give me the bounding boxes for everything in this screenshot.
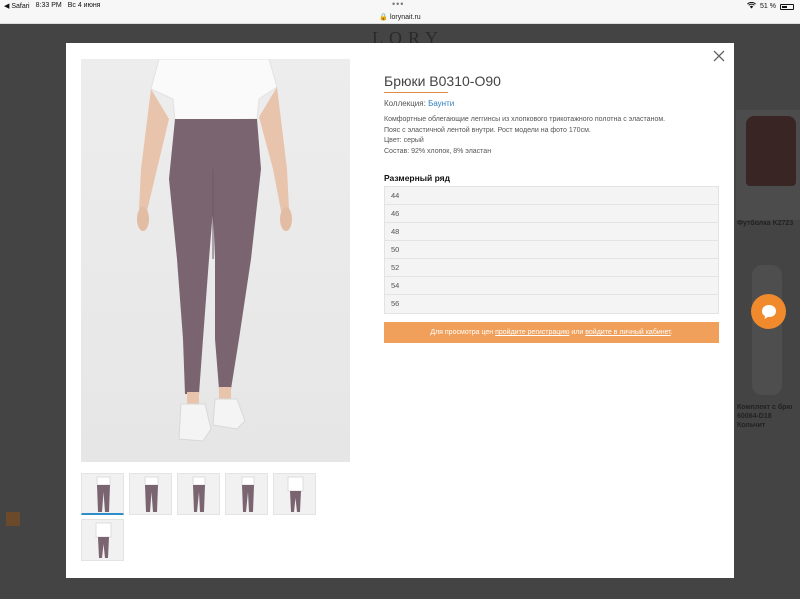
description-line-1: Комфортные облегающие леггинсы из хлопко… [384,116,666,123]
address-bar[interactable]: 🔒 lorynait.ru [0,12,800,24]
back-to-app-link[interactable]: ◀ Safari [4,2,30,10]
battery-icon [780,3,794,10]
product-color: Цвет: серый [384,137,424,144]
size-row[interactable]: 52 [385,259,718,277]
battery-percent: 51 % [760,3,776,10]
size-row[interactable]: 50 [385,241,718,259]
lock-icon: 🔒 [379,14,389,21]
size-row[interactable]: 44 [385,187,718,205]
background-scroll-widget [6,512,20,526]
product-collection: Коллекция: Баунти [384,99,720,108]
bg-label2-line3: Кольчит [737,422,766,429]
background-product-label: Футболка K2723 [737,220,794,227]
price-notice-or: или [569,329,586,336]
ios-status-bar: ◀ Safari 8:33 PM Вс 4 июня ••• 51 % [0,0,800,12]
bg-label2-line2: 60064-D18 [737,413,772,420]
background-product-image [746,116,796,186]
product-info-panel: Брюки B0310-O90 Коллекция: Баунти Комфор… [384,73,720,343]
price-notice-period: . [670,329,673,336]
size-row[interactable]: 54 [385,277,718,295]
thumbnail-4[interactable] [225,473,268,515]
chat-bubble-icon [761,304,776,319]
description-line-2: Пояс с эластичной лентой внутри. Рост мо… [384,126,591,134]
sizes-heading: Размерный ряд [384,173,451,183]
chat-button[interactable] [751,294,786,329]
wifi-icon [747,1,756,11]
product-description: Комфортные облегающие леггинсы из хлопко… [384,115,720,157]
register-link[interactable]: пройдите регистрацию [495,329,569,336]
price-login-notice: Для просмотра цен пройдите регистрацию и… [384,322,719,343]
close-icon[interactable] [712,49,726,63]
size-list: 44 46 48 50 52 54 56 [384,186,719,314]
thumbnail-1[interactable] [81,473,124,515]
collection-label: Коллекция: [384,99,426,108]
collection-link[interactable]: Баунти [428,99,454,108]
title-divider [384,92,448,93]
price-notice-text: Для просмотра цен [430,329,496,336]
bg-label2-line1: Комплект с брю [737,404,793,411]
status-date: Вс 4 июня [67,2,101,9]
thumbnail-2[interactable] [129,473,172,515]
address-domain: lorynait.ru [389,14,421,21]
product-main-image[interactable] [81,59,350,462]
product-title: Брюки B0310-O90 [384,73,501,89]
status-time: 8:33 PM [35,2,62,9]
login-link[interactable]: войдите в личный кабинет [585,329,670,336]
thumbnail-strip [81,473,321,561]
product-composition: Состав: 92% хлопок, 8% эластан [384,147,492,155]
thumbnail-6[interactable] [81,519,124,561]
size-row[interactable]: 46 [385,205,718,223]
size-row[interactable]: 56 [385,295,718,313]
background-product-image-2 [752,265,782,395]
size-row[interactable]: 48 [385,223,718,241]
product-quick-view-modal: Брюки B0310-O90 Коллекция: Баунти Комфор… [66,43,734,578]
thumbnail-5[interactable] [273,473,316,515]
background-product-label-2: Комплект с брю 60064-D18 Кольчит [737,403,792,430]
multitasking-dots-icon[interactable]: ••• [392,0,404,9]
thumbnail-3[interactable] [177,473,220,515]
